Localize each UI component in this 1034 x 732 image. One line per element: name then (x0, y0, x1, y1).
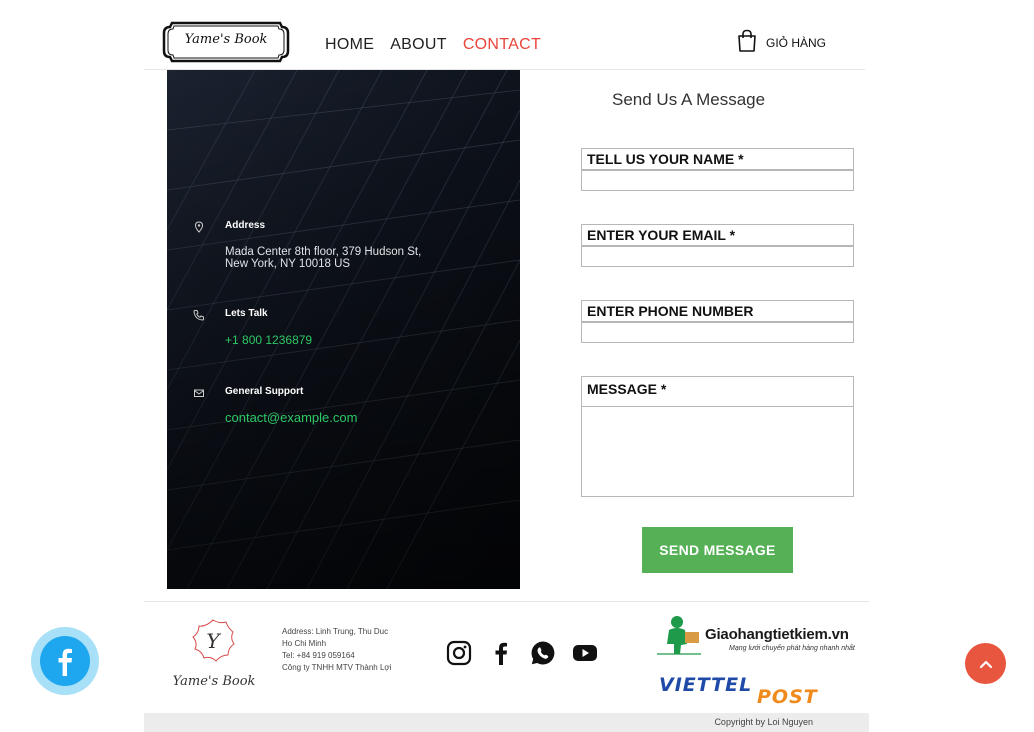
copyright-bar: Copyright by Loi Nguyen (144, 713, 869, 732)
facebook-float-button[interactable] (31, 627, 99, 695)
phone-field-label: ENTER PHONE NUMBER (581, 300, 854, 322)
nav-contact[interactable]: CONTACT (463, 36, 541, 54)
talk-label: Lets Talk (225, 308, 268, 319)
message-field-label: MESSAGE * (581, 376, 854, 407)
footer-brand-name: Yame's Book (172, 674, 256, 689)
footer-company: Công ty TNHH MTV Thành Lợi (282, 663, 392, 672)
phone-icon (193, 308, 205, 321)
name-field[interactable] (581, 170, 854, 191)
phone-link[interactable]: +1 800 1236879 (225, 334, 312, 346)
footer-address-line-1: Address: Linh Trung, Thu Duc (282, 627, 389, 636)
viettel-wordmark: VIETTEL (659, 674, 753, 696)
youtube-icon[interactable] (572, 640, 598, 666)
form-title: Send Us A Message (612, 90, 766, 109)
page: Yame's Book HOME ABOUT CONTACT GIỎ HÀNG (0, 0, 1034, 732)
contact-info-panel: Address Mada Center 8th floor, 379 Hudso… (167, 70, 520, 589)
email-link[interactable]: contact@example.com (225, 411, 357, 424)
instagram-icon[interactable] (446, 640, 472, 666)
send-message-button[interactable]: SEND MESSAGE (642, 527, 793, 573)
name-field-label: TELL US YOUR NAME * (581, 148, 854, 170)
chevron-up-icon (979, 660, 992, 668)
ghtk-tagline: Mạng lưới chuyển phát hàng nhanh nhất (729, 645, 855, 652)
address-label: Address (225, 220, 266, 231)
building-background-image (167, 70, 520, 589)
copyright-text: Copyright by Loi Nguyen (714, 717, 813, 727)
footer-address-line-2: Ho Chi Minh (282, 639, 327, 648)
facebook-icon[interactable] (488, 640, 514, 666)
svg-text:Y: Y (206, 629, 221, 653)
support-label: General Support (225, 386, 304, 397)
address-value-line-1: Mada Center 8th floor, 379 Hudson St, (225, 246, 422, 258)
footer-contact: Address: Linh Trung, Thu Duc Ho Chi Minh… (282, 626, 391, 674)
whatsapp-icon[interactable] (530, 640, 556, 666)
main-nav: HOME ABOUT CONTACT (325, 36, 541, 54)
location-pin-icon (193, 220, 205, 233)
email-field-label: ENTER YOUR EMAIL * (581, 224, 854, 246)
nav-about[interactable]: ABOUT (390, 36, 447, 54)
delivery-man-icon (657, 616, 701, 655)
cart-label: GIỎ HÀNG (766, 35, 827, 50)
footer-tel: Tel: +84 919 059164 (282, 651, 355, 660)
mail-icon (193, 386, 205, 398)
post-wordmark: POST (757, 686, 818, 708)
logo-text: Yame's Book (184, 32, 268, 47)
partner-ghtk[interactable]: Giaohangtietkiem.vn Mạng lưới chuyển phá… (655, 614, 861, 660)
brand-seal-icon: Y (192, 619, 235, 662)
address-value-line-2: New York, NY 10018 US (225, 258, 351, 270)
email-field[interactable] (581, 246, 854, 267)
ghtk-name: Giaohangtietkiem.vn (705, 626, 849, 643)
address-value: Mada Center 8th floor, 379 Hudson St, Ne… (225, 246, 421, 270)
back-to-top-button[interactable] (965, 643, 1006, 684)
footer-logo[interactable]: Y Yame's Book (164, 614, 264, 702)
facebook-f-icon (58, 648, 72, 676)
cart-button[interactable]: GIỎ HÀNG (736, 29, 826, 56)
phone-field[interactable] (581, 322, 854, 343)
nav-home[interactable]: HOME (325, 36, 374, 54)
message-field[interactable] (581, 406, 854, 497)
site-header: Yame's Book HOME ABOUT CONTACT GIỎ HÀNG (144, 0, 865, 70)
facebook-float-inner (40, 636, 90, 686)
site-logo[interactable]: Yame's Book (162, 21, 290, 63)
shopping-bag-icon (736, 29, 758, 56)
social-links (446, 640, 598, 666)
partner-viettelpost[interactable]: VIETTEL POST (659, 674, 854, 708)
site-footer: Y Yame's Book Address: Linh Trung, Thu D… (144, 601, 869, 732)
